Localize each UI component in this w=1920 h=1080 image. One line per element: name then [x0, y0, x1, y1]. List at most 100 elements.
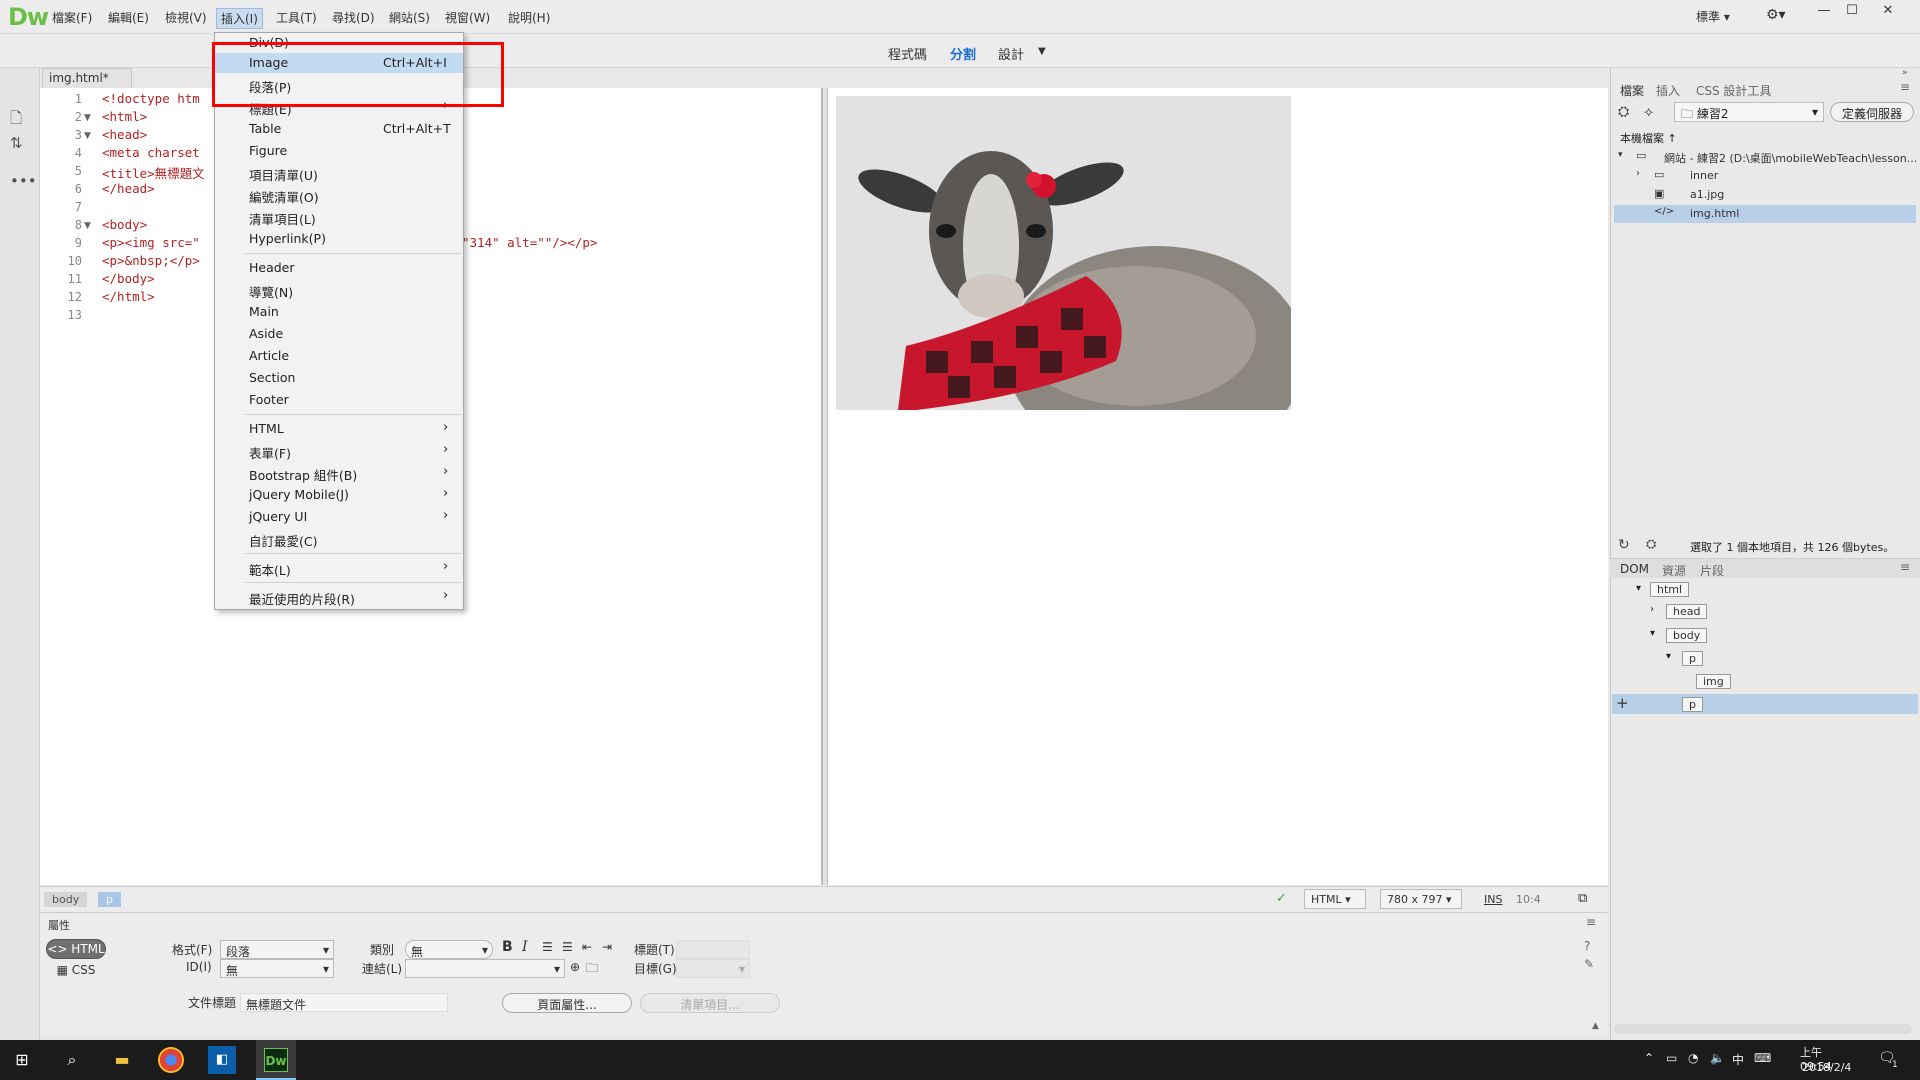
split-view-button[interactable]: 分割	[950, 44, 976, 63]
indent-icon[interactable]: ⇥	[602, 940, 612, 954]
sync-icon[interactable]: ⟡	[1644, 104, 1653, 120]
menu-window[interactable]: 視窗(W)	[441, 8, 494, 27]
tab-dom[interactable]: DOM	[1620, 562, 1649, 576]
more-icon[interactable]: •••	[10, 172, 37, 190]
css-mode-button[interactable]: ▦ CSS	[46, 961, 106, 981]
menu-item-table[interactable]: Table Ctrl+Alt+T	[215, 119, 463, 139]
windows-start-icon[interactable]: ⊞	[8, 1046, 36, 1074]
menu-item-footer[interactable]: Footer	[215, 390, 463, 410]
expand-icon[interactable]: ▾	[1618, 150, 1623, 160]
menu-item-aside[interactable]: Aside	[215, 324, 463, 344]
tree-row-site[interactable]: ▾ ▭ 網站 - 練習2 (D:\桌面\mobileWebTeach\lesso…	[1614, 148, 1916, 166]
log-icon[interactable]: ⛭	[1646, 537, 1656, 552]
italic-button[interactable]: I	[522, 939, 528, 955]
menu-find[interactable]: 尋找(D)	[328, 8, 379, 27]
browse-folder-icon[interactable]: 🗀	[586, 959, 598, 980]
panel-menu-icon[interactable]: ≡	[1900, 80, 1910, 94]
menu-item-article[interactable]: Article	[215, 346, 463, 366]
menu-item-jquery-ui[interactable]: jQuery UI ›	[215, 507, 463, 527]
maximize-button[interactable]: ☐	[1840, 3, 1864, 21]
point-to-file-icon[interactable]: ⊕	[570, 960, 580, 974]
html-mode-button[interactable]: <> HTML	[46, 939, 106, 959]
tab-files[interactable]: 檔案	[1620, 82, 1644, 99]
outdent-icon[interactable]: ⇤	[582, 940, 592, 954]
title-input[interactable]	[676, 940, 750, 959]
search-icon[interactable]: ⌕	[58, 1046, 86, 1074]
file-icon[interactable]: 🗋	[10, 108, 22, 133]
tag-selector-body[interactable]: body	[44, 892, 88, 907]
menu-item-recent-snippets[interactable]: 最近使用的片段(R) ›	[215, 587, 463, 607]
menu-item-form[interactable]: 表單(F) ›	[215, 441, 463, 461]
collapse-icon[interactable]: ▲	[1592, 1021, 1599, 1031]
design-view-button[interactable]: 設計	[998, 44, 1024, 63]
sheep-image[interactable]	[836, 96, 1291, 410]
battery-icon[interactable]: ▭	[1666, 1051, 1677, 1065]
dom-node-html[interactable]: html	[1650, 582, 1690, 597]
numbered-list-icon[interactable]: ☰	[562, 940, 573, 954]
sort-icon[interactable]: ⇅	[10, 134, 23, 152]
chrome-icon[interactable]	[158, 1047, 184, 1073]
local-files-header[interactable]: 本機檔案 ↑	[1620, 130, 1677, 146]
menu-item-main[interactable]: Main	[215, 302, 463, 322]
tree-row-a1jpg[interactable]: ▣ a1.jpg	[1614, 186, 1916, 204]
menu-item-ordered-list[interactable]: 編號清單(O)	[215, 185, 463, 205]
menu-item-unordered-list[interactable]: 項目清單(U)	[215, 163, 463, 183]
bold-button[interactable]: B	[502, 939, 513, 955]
close-button[interactable]: ✕	[1876, 3, 1900, 21]
tag-selector-p[interactable]: p	[98, 892, 121, 907]
connect-icon[interactable]: ⛭	[1618, 104, 1629, 120]
preview-icon[interactable]: ⧉	[1578, 891, 1587, 906]
menu-item-hyperlink[interactable]: Hyperlink(P)	[215, 229, 463, 249]
menu-view[interactable]: 檢視(V)	[161, 8, 211, 27]
menu-item-list-item[interactable]: 清單項目(L)	[215, 207, 463, 227]
tree-row-imghtml[interactable]: </> img.html	[1614, 205, 1916, 223]
language-select[interactable]: HTML ▾	[1304, 889, 1366, 909]
menu-tools[interactable]: 工具(T)	[272, 8, 321, 27]
menu-item-header[interactable]: Header	[215, 258, 463, 278]
fold-arrow-icon[interactable]: ▼	[84, 113, 91, 123]
view-dropdown-icon[interactable]: ▼	[1038, 46, 1046, 57]
panel-menu-icon[interactable]: ≡	[1900, 560, 1910, 574]
format-select[interactable]: 段落 ▾	[220, 940, 334, 959]
dom-node-head[interactable]: head	[1666, 604, 1708, 619]
menu-item-figure[interactable]: Figure	[215, 141, 463, 161]
tree-row-inner[interactable]: › ▭ inner	[1614, 167, 1916, 185]
tab-css-designer[interactable]: CSS 設計工具	[1696, 82, 1771, 99]
ime-indicator[interactable]: 中	[1732, 1051, 1744, 1068]
workspace-switcher[interactable]: 標準 ▾	[1696, 8, 1730, 25]
menu-site[interactable]: 網站(S)	[385, 8, 434, 27]
window-size-select[interactable]: 780 x 797 ▾	[1380, 889, 1462, 909]
gear-icon[interactable]: ⚙▾	[1766, 7, 1786, 23]
menu-file[interactable]: 檔案(F)	[48, 8, 96, 27]
expand-icon[interactable]: ›	[1650, 604, 1654, 615]
keyboard-icon[interactable]: ⌨	[1754, 1051, 1771, 1065]
list-item-button[interactable]: 清單項目...	[640, 993, 780, 1013]
fold-arrow-icon[interactable]: ▼	[84, 131, 91, 141]
menu-item-template[interactable]: 範本(L) ›	[215, 558, 463, 578]
expand-icon[interactable]: ›	[1636, 168, 1640, 179]
menu-item-section[interactable]: Section	[215, 368, 463, 388]
menu-item-jquery-mobile[interactable]: jQuery Mobile(J) ›	[215, 485, 463, 505]
menu-item-bootstrap[interactable]: Bootstrap 組件(B) ›	[215, 463, 463, 483]
tab-assets[interactable]: 資源	[1662, 562, 1686, 579]
tab-snippets[interactable]: 片段	[1700, 562, 1724, 579]
help-icon[interactable]: ?	[1584, 939, 1590, 953]
dom-node-p[interactable]: p	[1682, 651, 1703, 666]
expand-icon[interactable]: ▾	[1636, 583, 1641, 594]
menu-item-favorites[interactable]: 自訂最愛(C)	[215, 529, 463, 549]
expand-icon[interactable]: ▾	[1650, 628, 1655, 639]
doc-title-input[interactable]: 無標題文件	[240, 993, 448, 1012]
code-view-button[interactable]: 程式碼	[888, 44, 927, 63]
fold-arrow-icon[interactable]: ▼	[84, 221, 91, 231]
document-tab[interactable]: img.html* ×	[42, 68, 132, 99]
wifi-icon[interactable]: ◔	[1688, 1051, 1698, 1065]
app-pinned-icon[interactable]: ◧	[208, 1046, 236, 1074]
volume-icon[interactable]: 🔈	[1710, 1051, 1725, 1065]
tab-insert[interactable]: 插入	[1656, 82, 1680, 99]
bullet-list-icon[interactable]: ☰	[542, 940, 553, 954]
id-select[interactable]: 無 ▾	[220, 959, 334, 978]
menu-edit[interactable]: 編輯(E)	[104, 8, 153, 27]
panel-menu-icon[interactable]: ≡	[1586, 915, 1596, 929]
menu-item-html[interactable]: HTML ›	[215, 419, 463, 439]
class-select[interactable]: 無 ▾	[405, 940, 493, 959]
